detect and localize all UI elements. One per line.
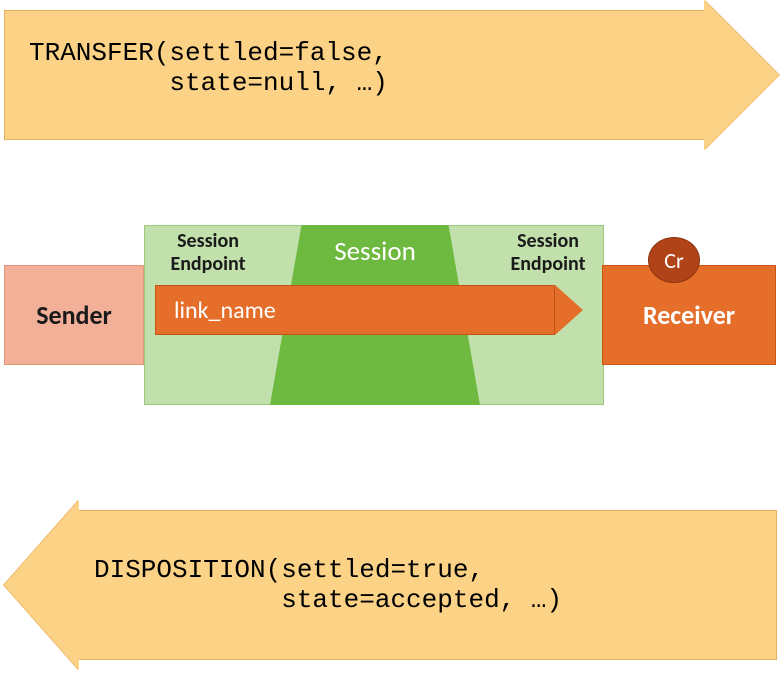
sender-box: Sender <box>4 265 144 365</box>
disposition-line1: DISPOSITION(settled=true, <box>94 555 484 585</box>
session-endpoint-left-l2: Endpoint <box>170 252 245 276</box>
session-endpoint-right: Session Endpoint <box>493 230 603 276</box>
credit-badge-label: Cr <box>664 247 683 274</box>
receiver-box: Receiver <box>602 265 776 365</box>
transfer-line2: state=null, …) <box>29 68 388 98</box>
receiver-label: Receiver <box>643 299 735 331</box>
transfer-arrow-head-icon <box>704 0 779 150</box>
link-arrow-body: link_name <box>155 285 555 335</box>
transfer-line1: TRANSFER(settled=false, <box>29 38 388 68</box>
disposition-arrow-head-icon <box>4 500 79 670</box>
session-endpoint-right-l2: Endpoint <box>510 252 585 276</box>
sender-label: Sender <box>36 299 112 331</box>
disposition-line2: state=accepted, …) <box>94 585 562 615</box>
transfer-arrow: TRANSFER(settled=false, state=null, …) <box>4 10 776 140</box>
disposition-arrow: DISPOSITION(settled=true, state=accepted… <box>4 500 776 670</box>
session-endpoint-left: Session Endpoint <box>153 230 263 276</box>
session-endpoint-left-l1: Session <box>177 229 239 253</box>
middle-section: Sender Session Session Endpoint Session … <box>0 225 780 425</box>
link-arrow-head-icon <box>555 285 583 335</box>
credit-badge: Cr <box>648 237 700 283</box>
disposition-arrow-text: DISPOSITION(settled=true, state=accepted… <box>94 555 562 615</box>
transfer-arrow-text: TRANSFER(settled=false, state=null, …) <box>29 38 388 98</box>
link-arrow: link_name <box>155 285 585 335</box>
session-endpoint-right-l1: Session <box>517 229 579 253</box>
link-name-label: link_name <box>156 296 276 325</box>
session-label: Session <box>270 235 480 268</box>
